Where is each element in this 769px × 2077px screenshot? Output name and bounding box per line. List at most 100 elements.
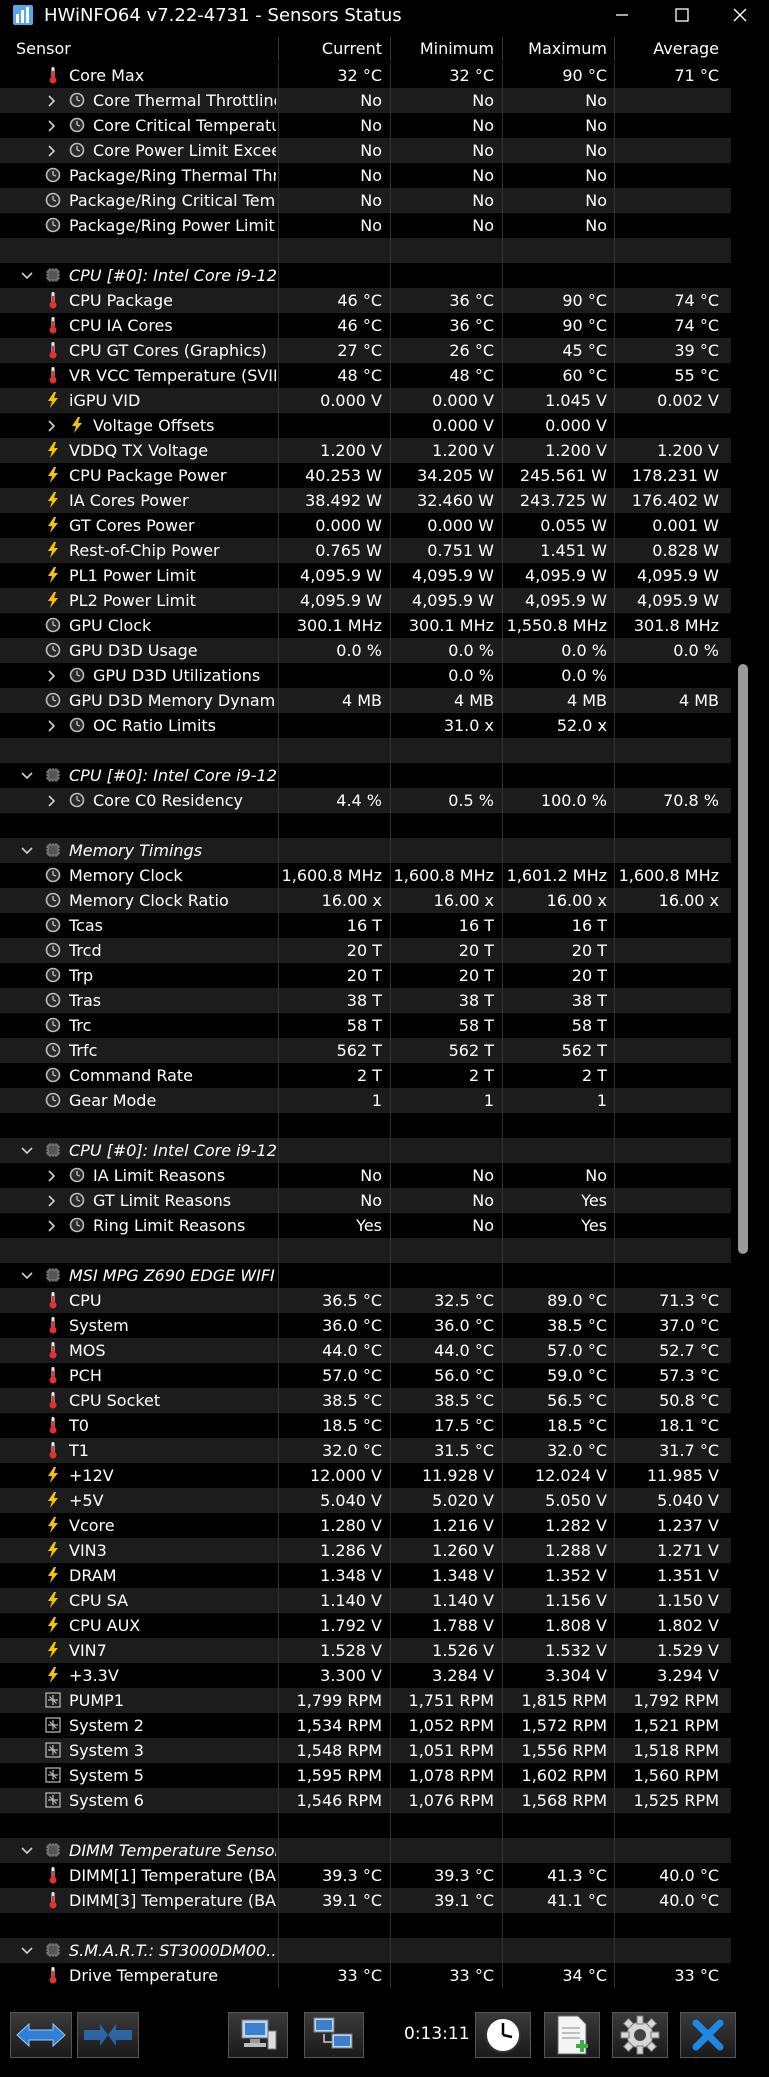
sensor-row[interactable]: Rest-of-Chip Power 0.765 W 0.751 W 1.451 W 0…: [0, 538, 731, 563]
sensor-row[interactable]: PCH 57.0 °C 56.0 °C 59.0 °C 57.3 °C: [0, 1363, 731, 1388]
sensor-row[interactable]: CPU Package Power 40.253 W 34.205 W 245.561…: [0, 463, 731, 488]
expand-chevron-icon[interactable]: [45, 413, 59, 438]
sensor-row[interactable]: CPU IA Cores 46 °C 36 °C 90 °C 74 °C: [0, 313, 731, 338]
sensor-row[interactable]: Tcas 16 T 16 T 16 T: [0, 913, 731, 938]
sensor-row[interactable]: VIN7 1.528 V 1.526 V 1.532 V 1.529 V: [0, 1638, 731, 1663]
sensor-row[interactable]: Vcore 1.280 V 1.216 V 1.282 V 1.237 V: [0, 1513, 731, 1538]
sensor-row[interactable]: +5V 5.040 V 5.020 V 5.050 V 5.040 V: [0, 1488, 731, 1513]
sensor-group-row[interactable]: CPU [#0]: Intel Core i9-12...: [0, 1138, 731, 1163]
sensor-row[interactable]: +3.3V 3.300 V 3.284 V 3.304 V 3.294 V: [0, 1663, 731, 1688]
sensor-row[interactable]: System 36.0 °C 36.0 °C 38.5 °C 37.0 °C: [0, 1313, 731, 1338]
expand-columns-button[interactable]: [10, 2012, 72, 2058]
sensor-row[interactable]: Ring Limit Reasons Yes No Yes: [0, 1213, 731, 1238]
settings-button[interactable]: [612, 2012, 668, 2058]
sensor-row[interactable]: Core C0 Residency 4.4 % 0.5 % 100.0 % 70.8 %: [0, 788, 731, 813]
sensor-row[interactable]: System 3 1,548 RPM 1,051 RPM 1,556 RPM 1,518…: [0, 1738, 731, 1763]
expand-chevron-icon[interactable]: [45, 1213, 59, 1238]
sensor-row[interactable]: System 5 1,595 RPM 1,078 RPM 1,602 RPM 1,560…: [0, 1763, 731, 1788]
sensor-row[interactable]: CPU Socket 38.5 °C 38.5 °C 56.5 °C 50.8 °C: [0, 1388, 731, 1413]
sensor-row[interactable]: IA Limit Reasons No No No: [0, 1163, 731, 1188]
sensor-row[interactable]: Voltage Offsets 0.000 V 0.000 V: [0, 413, 731, 438]
expand-chevron-icon[interactable]: [45, 713, 59, 738]
sensor-row[interactable]: Memory Clock Ratio 16.00 x 16.00 x 16.00 x 1…: [0, 888, 731, 913]
computer-button[interactable]: [228, 2012, 288, 2058]
sensor-row[interactable]: OC Ratio Limits 31.0 x 52.0 x: [0, 713, 731, 738]
expand-chevron-icon[interactable]: [45, 788, 59, 813]
sensor-group-row[interactable]: DIMM Temperature Sensor: [0, 1838, 731, 1863]
sensor-row[interactable]: CPU SA 1.140 V 1.140 V 1.156 V 1.150 V: [0, 1588, 731, 1613]
network-button[interactable]: [304, 2012, 364, 2058]
column-minimum[interactable]: Minimum: [390, 37, 494, 60]
sensor-row[interactable]: Core Thermal Throttling No No No: [0, 88, 731, 113]
sensor-list[interactable]: Core Max 32 °C 32 °C 90 °C 71 °C Core Thermal…: [0, 63, 731, 1988]
sensor-row[interactable]: VDDQ TX Voltage 1.200 V 1.200 V 1.200 V 1.20…: [0, 438, 731, 463]
sensor-row[interactable]: IA Cores Power 38.492 W 32.460 W 243.725 W 1…: [0, 488, 731, 513]
expand-chevron-icon[interactable]: [45, 1163, 59, 1188]
sensor-row[interactable]: Command Rate 2 T 2 T 2 T: [0, 1063, 731, 1088]
column-sensor[interactable]: Sensor: [16, 37, 71, 60]
sensor-row[interactable]: T0 18.5 °C 17.5 °C 18.5 °C 18.1 °C: [0, 1413, 731, 1438]
sensor-row[interactable]: Trp 20 T 20 T 20 T: [0, 963, 731, 988]
logging-button[interactable]: [544, 2012, 600, 2058]
expand-chevron-icon[interactable]: [45, 1188, 59, 1213]
sensor-row[interactable]: VIN3 1.286 V 1.260 V 1.288 V 1.271 V: [0, 1538, 731, 1563]
sensor-row[interactable]: System 6 1,546 RPM 1,076 RPM 1,568 RPM 1,525…: [0, 1788, 731, 1813]
collapse-chevron-icon[interactable]: [20, 838, 34, 863]
sensor-row[interactable]: MOS 44.0 °C 44.0 °C 57.0 °C 52.7 °C: [0, 1338, 731, 1363]
sensor-row[interactable]: GPU D3D Utilizations 0.0 % 0.0 %: [0, 663, 731, 688]
sensor-row[interactable]: Memory Clock 1,600.8 MHz 1,600.8 MHz 1,601.…: [0, 863, 731, 888]
sensor-row[interactable]: PL1 Power Limit 4,095.9 W 4,095.9 W 4,095.9…: [0, 563, 731, 588]
sensor-row[interactable]: Core Critical Temperature No No No: [0, 113, 731, 138]
sensor-group-row[interactable]: CPU [#0]: Intel Core i9-12...: [0, 263, 731, 288]
sensor-row[interactable]: Drive Temperature 33 °C 33 °C 34 °C 33 °C: [0, 1963, 731, 1988]
sensor-row[interactable]: CPU AUX 1.792 V 1.788 V 1.808 V 1.802 V: [0, 1613, 731, 1638]
vertical-scrollbar[interactable]: [731, 37, 769, 1988]
collapse-columns-button[interactable]: [77, 2012, 139, 2058]
sensor-row[interactable]: GPU D3D Memory Dynamic 4 MB 4 MB 4 MB 4 MB: [0, 688, 731, 713]
sensor-group-row[interactable]: CPU [#0]: Intel Core i9-12...: [0, 763, 731, 788]
sensor-row[interactable]: System 2 1,534 RPM 1,052 RPM 1,572 RPM 1,521…: [0, 1713, 731, 1738]
collapse-chevron-icon[interactable]: [20, 1938, 34, 1963]
sensor-row[interactable]: GT Limit Reasons No No Yes: [0, 1188, 731, 1213]
sensor-row[interactable]: CPU GT Cores (Graphics) 27 °C 26 °C 45 °C 39…: [0, 338, 731, 363]
reset-timer-button[interactable]: [475, 2012, 531, 2058]
sensor-row[interactable]: GT Cores Power 0.000 W 0.000 W 0.055 W 0.001…: [0, 513, 731, 538]
maximize-button[interactable]: [652, 0, 712, 30]
sensor-row[interactable]: T1 32.0 °C 31.5 °C 32.0 °C 31.7 °C: [0, 1438, 731, 1463]
expand-chevron-icon[interactable]: [45, 138, 59, 163]
sensor-row[interactable]: Trfc 562 T 562 T 562 T: [0, 1038, 731, 1063]
sensor-row[interactable]: VR VCC Temperature (SVID) 48 °C 48 °C 60 °C…: [0, 363, 731, 388]
column-current[interactable]: Current: [278, 37, 382, 60]
sensor-row[interactable]: CPU 36.5 °C 32.5 °C 89.0 °C 71.3 °C: [0, 1288, 731, 1313]
expand-chevron-icon[interactable]: [45, 88, 59, 113]
sensor-row[interactable]: DIMM[1] Temperature (BA... 39.3 °C 39.3 °C…: [0, 1863, 731, 1888]
sensor-row[interactable]: +12V 12.000 V 11.928 V 12.024 V 11.985 V: [0, 1463, 731, 1488]
sensor-row[interactable]: DIMM[3] Temperature (BA... 39.1 °C 39.1 °C…: [0, 1888, 731, 1913]
collapse-chevron-icon[interactable]: [20, 1263, 34, 1288]
sensor-row[interactable]: DRAM 1.348 V 1.348 V 1.352 V 1.351 V: [0, 1563, 731, 1588]
sensor-row[interactable]: Package/Ring Power Limit ... No No No: [0, 213, 731, 238]
close-button[interactable]: [710, 0, 769, 30]
sensor-row[interactable]: Core Power Limit Excee... No No No: [0, 138, 731, 163]
column-average[interactable]: Average: [614, 37, 719, 60]
sensor-row[interactable]: Core Max 32 °C 32 °C 90 °C 71 °C: [0, 63, 731, 88]
column-maximum[interactable]: Maximum: [502, 37, 607, 60]
sensor-row[interactable]: PUMP1 1,799 RPM 1,751 RPM 1,815 RPM 1,792 RP…: [0, 1688, 731, 1713]
collapse-chevron-icon[interactable]: [20, 1138, 34, 1163]
sensor-group-row[interactable]: Memory Timings: [0, 838, 731, 863]
sensor-row[interactable]: GPU D3D Usage 0.0 % 0.0 % 0.0 % 0.0 %: [0, 638, 731, 663]
sensor-row[interactable]: Gear Mode 1 1 1: [0, 1088, 731, 1113]
sensor-row[interactable]: Trcd 20 T 20 T 20 T: [0, 938, 731, 963]
sensor-row[interactable]: GPU Clock 300.1 MHz 300.1 MHz 1,550.8 MHz 30…: [0, 613, 731, 638]
exit-button[interactable]: [680, 2012, 736, 2058]
sensor-row[interactable]: PL2 Power Limit 4,095.9 W 4,095.9 W 4,095.9…: [0, 588, 731, 613]
sensor-row[interactable]: CPU Package 46 °C 36 °C 90 °C 74 °C: [0, 288, 731, 313]
sensor-row[interactable]: iGPU VID 0.000 V 0.000 V 1.045 V 0.002 V: [0, 388, 731, 413]
expand-chevron-icon[interactable]: [45, 113, 59, 138]
collapse-chevron-icon[interactable]: [20, 263, 34, 288]
sensor-row[interactable]: Package/Ring Thermal Thr... No No No: [0, 163, 731, 188]
scrollbar-thumb[interactable]: [738, 664, 748, 1254]
collapse-chevron-icon[interactable]: [20, 1838, 34, 1863]
minimize-button[interactable]: [592, 0, 652, 30]
expand-chevron-icon[interactable]: [45, 663, 59, 688]
